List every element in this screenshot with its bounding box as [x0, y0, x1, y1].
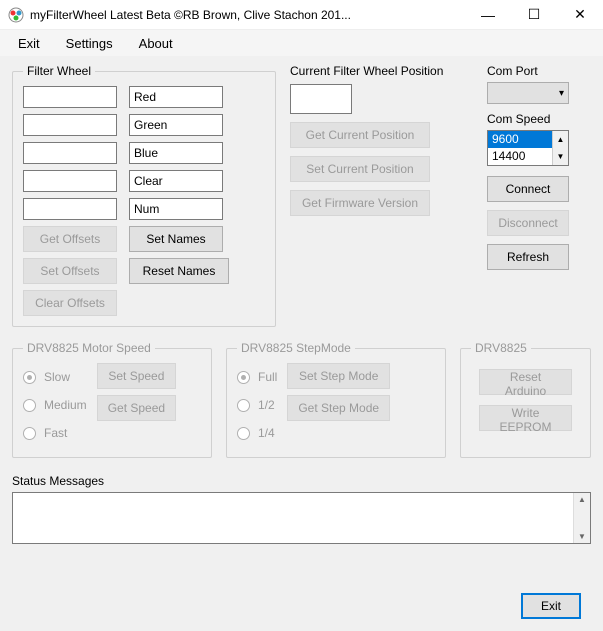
radio-full-label: Full	[258, 370, 277, 384]
exit-button[interactable]: Exit	[521, 593, 581, 619]
offset-input-3[interactable]	[23, 142, 117, 164]
step-mode-group: DRV8825 StepMode Full 1/2 1/4	[226, 341, 446, 458]
name-input-3[interactable]	[129, 142, 223, 164]
menubar: Exit Settings About	[0, 30, 603, 56]
radio-full[interactable]	[237, 371, 250, 384]
radio-half[interactable]	[237, 399, 250, 412]
drv8825-group: DRV8825 Reset Arduino Write EEPROM	[460, 341, 591, 458]
com-speed-option-14400[interactable]: 14400	[488, 148, 552, 165]
offset-input-5[interactable]	[23, 198, 117, 220]
radio-slow-label: Slow	[44, 370, 70, 384]
set-step-mode-button[interactable]: Set Step Mode	[287, 363, 390, 389]
titlebar: myFilterWheel Latest Beta ©RB Brown, Cli…	[0, 0, 603, 30]
current-position-group: Current Filter Wheel Position Get Curren…	[290, 64, 473, 216]
name-input-5[interactable]	[129, 198, 223, 220]
reset-names-button[interactable]: Reset Names	[129, 258, 229, 284]
name-input-1[interactable]	[129, 86, 223, 108]
set-offsets-button[interactable]: Set Offsets	[23, 258, 117, 284]
radio-slow[interactable]	[23, 371, 36, 384]
radio-medium[interactable]	[23, 399, 36, 412]
com-port-label: Com Port	[487, 64, 591, 78]
filter-wheel-group: Filter Wheel Get Offsets Set Offsets Cle…	[12, 64, 276, 327]
status-text[interactable]	[13, 493, 573, 543]
get-step-mode-button[interactable]: Get Step Mode	[287, 395, 390, 421]
menu-exit[interactable]: Exit	[18, 36, 40, 51]
minimize-button[interactable]: —	[465, 0, 511, 30]
motor-speed-group: DRV8825 Motor Speed Slow Medium Fast	[12, 341, 212, 458]
set-speed-button[interactable]: Set Speed	[97, 363, 176, 389]
get-firmware-version-button[interactable]: Get Firmware Version	[290, 190, 430, 216]
set-names-button[interactable]: Set Names	[129, 226, 223, 252]
reset-arduino-button[interactable]: Reset Arduino	[479, 369, 572, 395]
com-speed-spinner[interactable]: ▲ ▼	[552, 131, 568, 165]
scroll-down-icon[interactable]: ▼	[578, 532, 586, 541]
radio-quarter[interactable]	[237, 427, 250, 440]
motor-speed-legend: DRV8825 Motor Speed	[23, 341, 155, 355]
radio-half-label: 1/2	[258, 398, 275, 412]
status-area: Status Messages ▲ ▼	[12, 474, 591, 544]
name-input-4[interactable]	[129, 170, 223, 192]
current-position-input[interactable]	[290, 84, 352, 114]
radio-medium-label: Medium	[44, 398, 87, 412]
current-position-label: Current Filter Wheel Position	[290, 64, 473, 78]
offset-input-2[interactable]	[23, 114, 117, 136]
write-eeprom-button[interactable]: Write EEPROM	[479, 405, 572, 431]
app-icon	[8, 7, 24, 23]
status-scrollbar[interactable]: ▲ ▼	[573, 493, 590, 543]
com-speed-label: Com Speed	[487, 112, 591, 126]
scroll-up-icon[interactable]: ▲	[578, 495, 586, 504]
com-port-combo[interactable]: ▾	[487, 82, 569, 104]
com-speed-option-9600[interactable]: 9600	[488, 131, 552, 148]
radio-fast-label: Fast	[44, 426, 67, 440]
maximize-button[interactable]: ☐	[511, 0, 557, 30]
disconnect-button[interactable]: Disconnect	[487, 210, 569, 236]
status-messages-box[interactable]: ▲ ▼	[12, 492, 591, 544]
footer: Exit	[521, 593, 581, 619]
radio-quarter-label: 1/4	[258, 426, 275, 440]
set-current-position-button[interactable]: Set Current Position	[290, 156, 430, 182]
spin-down-icon[interactable]: ▼	[553, 148, 568, 165]
menu-settings[interactable]: Settings	[66, 36, 113, 51]
connect-button[interactable]: Connect	[487, 176, 569, 202]
get-speed-button[interactable]: Get Speed	[97, 395, 176, 421]
name-input-2[interactable]	[129, 114, 223, 136]
com-speed-list[interactable]: 9600 14400 ▲ ▼	[487, 130, 569, 166]
chevron-down-icon: ▾	[559, 88, 564, 99]
menu-about[interactable]: About	[139, 36, 173, 51]
offset-input-1[interactable]	[23, 86, 117, 108]
close-button[interactable]: ✕	[557, 0, 603, 30]
spin-up-icon[interactable]: ▲	[553, 131, 568, 148]
offset-input-4[interactable]	[23, 170, 117, 192]
window-title: myFilterWheel Latest Beta ©RB Brown, Cli…	[30, 8, 465, 22]
radio-fast[interactable]	[23, 427, 36, 440]
refresh-button[interactable]: Refresh	[487, 244, 569, 270]
filter-wheel-legend: Filter Wheel	[23, 64, 95, 78]
connection-panel: Com Port ▾ Com Speed 9600 14400 ▲ ▼ Conn…	[487, 64, 591, 270]
clear-offsets-button[interactable]: Clear Offsets	[23, 290, 117, 316]
get-current-position-button[interactable]: Get Current Position	[290, 122, 430, 148]
get-offsets-button[interactable]: Get Offsets	[23, 226, 117, 252]
status-label: Status Messages	[12, 474, 591, 488]
drv8825-legend: DRV8825	[471, 341, 531, 355]
step-mode-legend: DRV8825 StepMode	[237, 341, 355, 355]
client-area: Filter Wheel Get Offsets Set Offsets Cle…	[0, 56, 603, 631]
